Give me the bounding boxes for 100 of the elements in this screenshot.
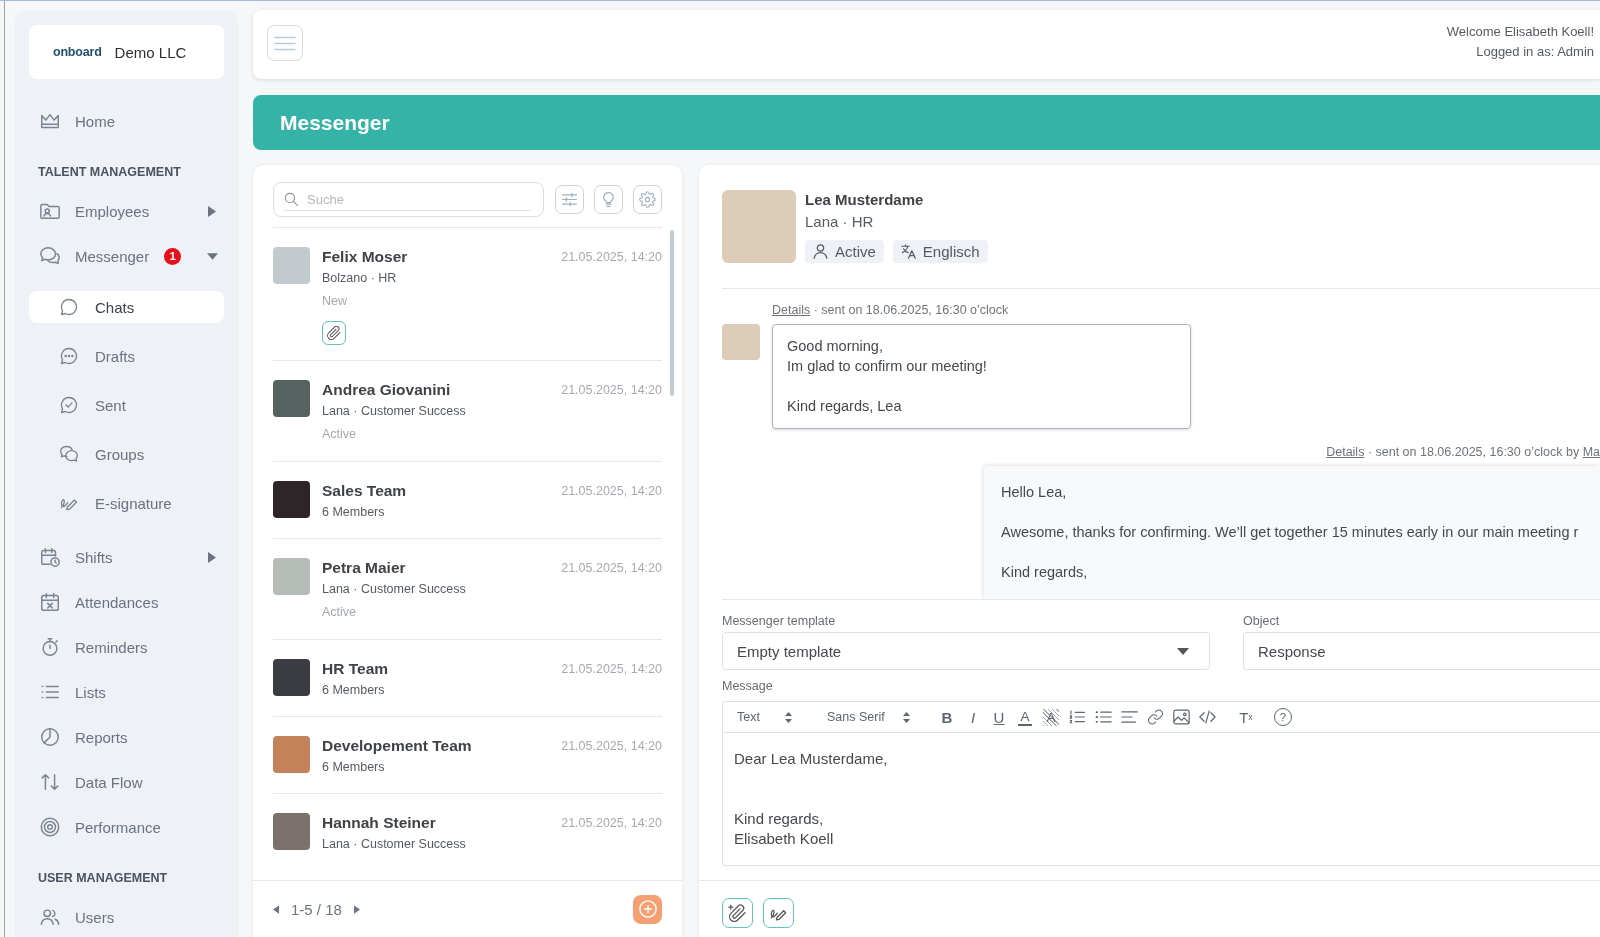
status-text: Active [835,243,876,260]
format-select[interactable]: Text [737,706,792,728]
message-text: Hello Lea, [1001,483,1067,502]
chat-bubbles-icon [59,444,79,464]
caret-down-icon [1177,647,1189,655]
avatar-placeholder [273,247,310,284]
nav-item[interactable]: Reminders [39,631,148,663]
contact-name: Petra Maier [322,558,406,578]
nav-item[interactable]: Users [39,901,115,933]
notification-badge: 1 [164,247,182,265]
timestamp: 21.05.2025, 14:20 [561,815,662,832]
gear-icon [639,191,656,208]
message-meta: Details · sent on 18.06.2025, 16:30 o’clock by Ma [1326,444,1600,460]
contact-details: Lana · Customer Success [322,403,466,420]
status-text: Active [322,426,357,443]
nav-item[interactable]: Performance [39,811,161,843]
align-left-icon[interactable] [1121,709,1138,725]
sort-arrows-icon [785,711,792,723]
avatar-placeholder [273,659,310,696]
sliders-icon [561,191,578,208]
contact-details: 6 Members [322,504,385,521]
nav-item[interactable]: E-signature [59,487,172,519]
avatar-placeholder [273,813,310,850]
section-heading: TALENT MANAGEMENT [38,164,181,181]
chat-check-icon [59,395,79,415]
nav-item[interactable]: Home [39,105,115,137]
field-label: Message [722,678,773,694]
link-icon[interactable] [1147,709,1164,725]
message-text: Awesome, thanks for confirming. We’ll get together 15 minutes early in our main meeting r [1001,523,1579,542]
chat-dots-icon [59,346,79,366]
timestamp: 21.05.2025, 14:20 [561,661,662,678]
author-link[interactable]: Ma [1582,445,1600,459]
section-heading: USER MANAGEMENT [38,870,168,887]
person-icon [813,244,828,259]
nav-item[interactable]: Shifts [39,541,113,573]
settings-button[interactable] [633,185,662,214]
bold-button[interactable]: B [935,706,959,728]
font-color-button[interactable]: A [1018,708,1032,726]
contact-details: Lana · HR [805,212,874,232]
nav-item[interactable]: Employees [39,195,150,227]
contact-name: Lea Musterdame [805,190,924,210]
nav-item[interactable]: Messenger [39,240,150,272]
signature-button[interactable] [763,898,794,928]
bullet-list-icon[interactable] [1095,709,1112,725]
timestamp: 21.05.2025, 14:20 [561,560,662,577]
avatar-placeholder [273,481,310,518]
caret-right-icon[interactable] [353,904,360,914]
avatar-placeholder [273,380,310,417]
logo-text: onboard [53,45,102,59]
nav-item[interactable]: Lists [39,676,106,708]
contact-details: Lana · Customer Success [322,581,466,598]
details-link[interactable]: Details [772,303,811,317]
lightbulb-icon [600,191,617,208]
nav-item[interactable]: Data Flow [39,766,143,798]
nav-item[interactable]: Drafts [59,340,135,372]
timestamp: 21.05.2025, 14:20 [561,382,662,399]
font-select[interactable]: Sans Serif [827,706,910,728]
search-field[interactable]: Suche [273,182,544,217]
status-text: Active [322,604,357,621]
contact-details: 6 Members [322,759,385,776]
ordered-list-icon[interactable] [1069,709,1086,725]
caret-down-icon[interactable] [207,252,218,260]
underline-button[interactable]: U [987,706,1011,728]
attach-button[interactable] [722,898,753,928]
caret-right-icon[interactable] [208,551,216,563]
calendar-clock-icon [39,546,61,568]
timestamp: 21.05.2025, 14:20 [561,249,662,266]
scrollbar-thumb[interactable] [670,230,674,396]
avatar-placeholder [722,324,760,360]
nav-item[interactable]: Chats [29,291,224,323]
nav-item[interactable]: Sent [59,389,126,421]
code-icon[interactable] [1199,709,1216,725]
caret-right-icon[interactable] [208,205,216,217]
nav-item[interactable]: Reports [39,721,128,753]
field-label: Messenger template [722,613,836,629]
login-info-text: Logged in as: Admin [1476,43,1594,61]
avatar-placeholder [273,736,310,773]
page-title: Messenger [280,110,390,135]
target-icon [39,816,61,838]
details-link[interactable]: Details [1326,445,1365,459]
caret-left-icon[interactable] [273,904,279,914]
plus-circle-icon [638,900,657,918]
object-field[interactable]: Response [1243,632,1600,670]
highlight-button[interactable]: A [1043,708,1059,726]
field-label: Object [1243,613,1280,629]
paperclip-plus-icon [728,903,747,923]
contact-name: Felix Moser [322,247,408,267]
message-input[interactable]: Dear Lea Musterdame, Kind regards, Elisabeth Koell [723,733,1600,865]
users-icon [39,906,61,928]
welcome-text: Welcome Elisabeth Koell! [1446,23,1594,41]
search-icon [284,192,298,206]
image-icon[interactable] [1173,709,1190,725]
nav-item[interactable]: Attendances [39,586,159,618]
language-text: Englisch [922,243,980,260]
template-select[interactable]: Empty template [722,632,1210,670]
message-text: Kind regards, [1001,563,1088,582]
italic-button[interactable]: I [961,706,985,728]
nav-item[interactable]: Groups [59,438,145,470]
contact-name: Sales Team [322,481,407,501]
calendar-x-icon [39,591,61,613]
